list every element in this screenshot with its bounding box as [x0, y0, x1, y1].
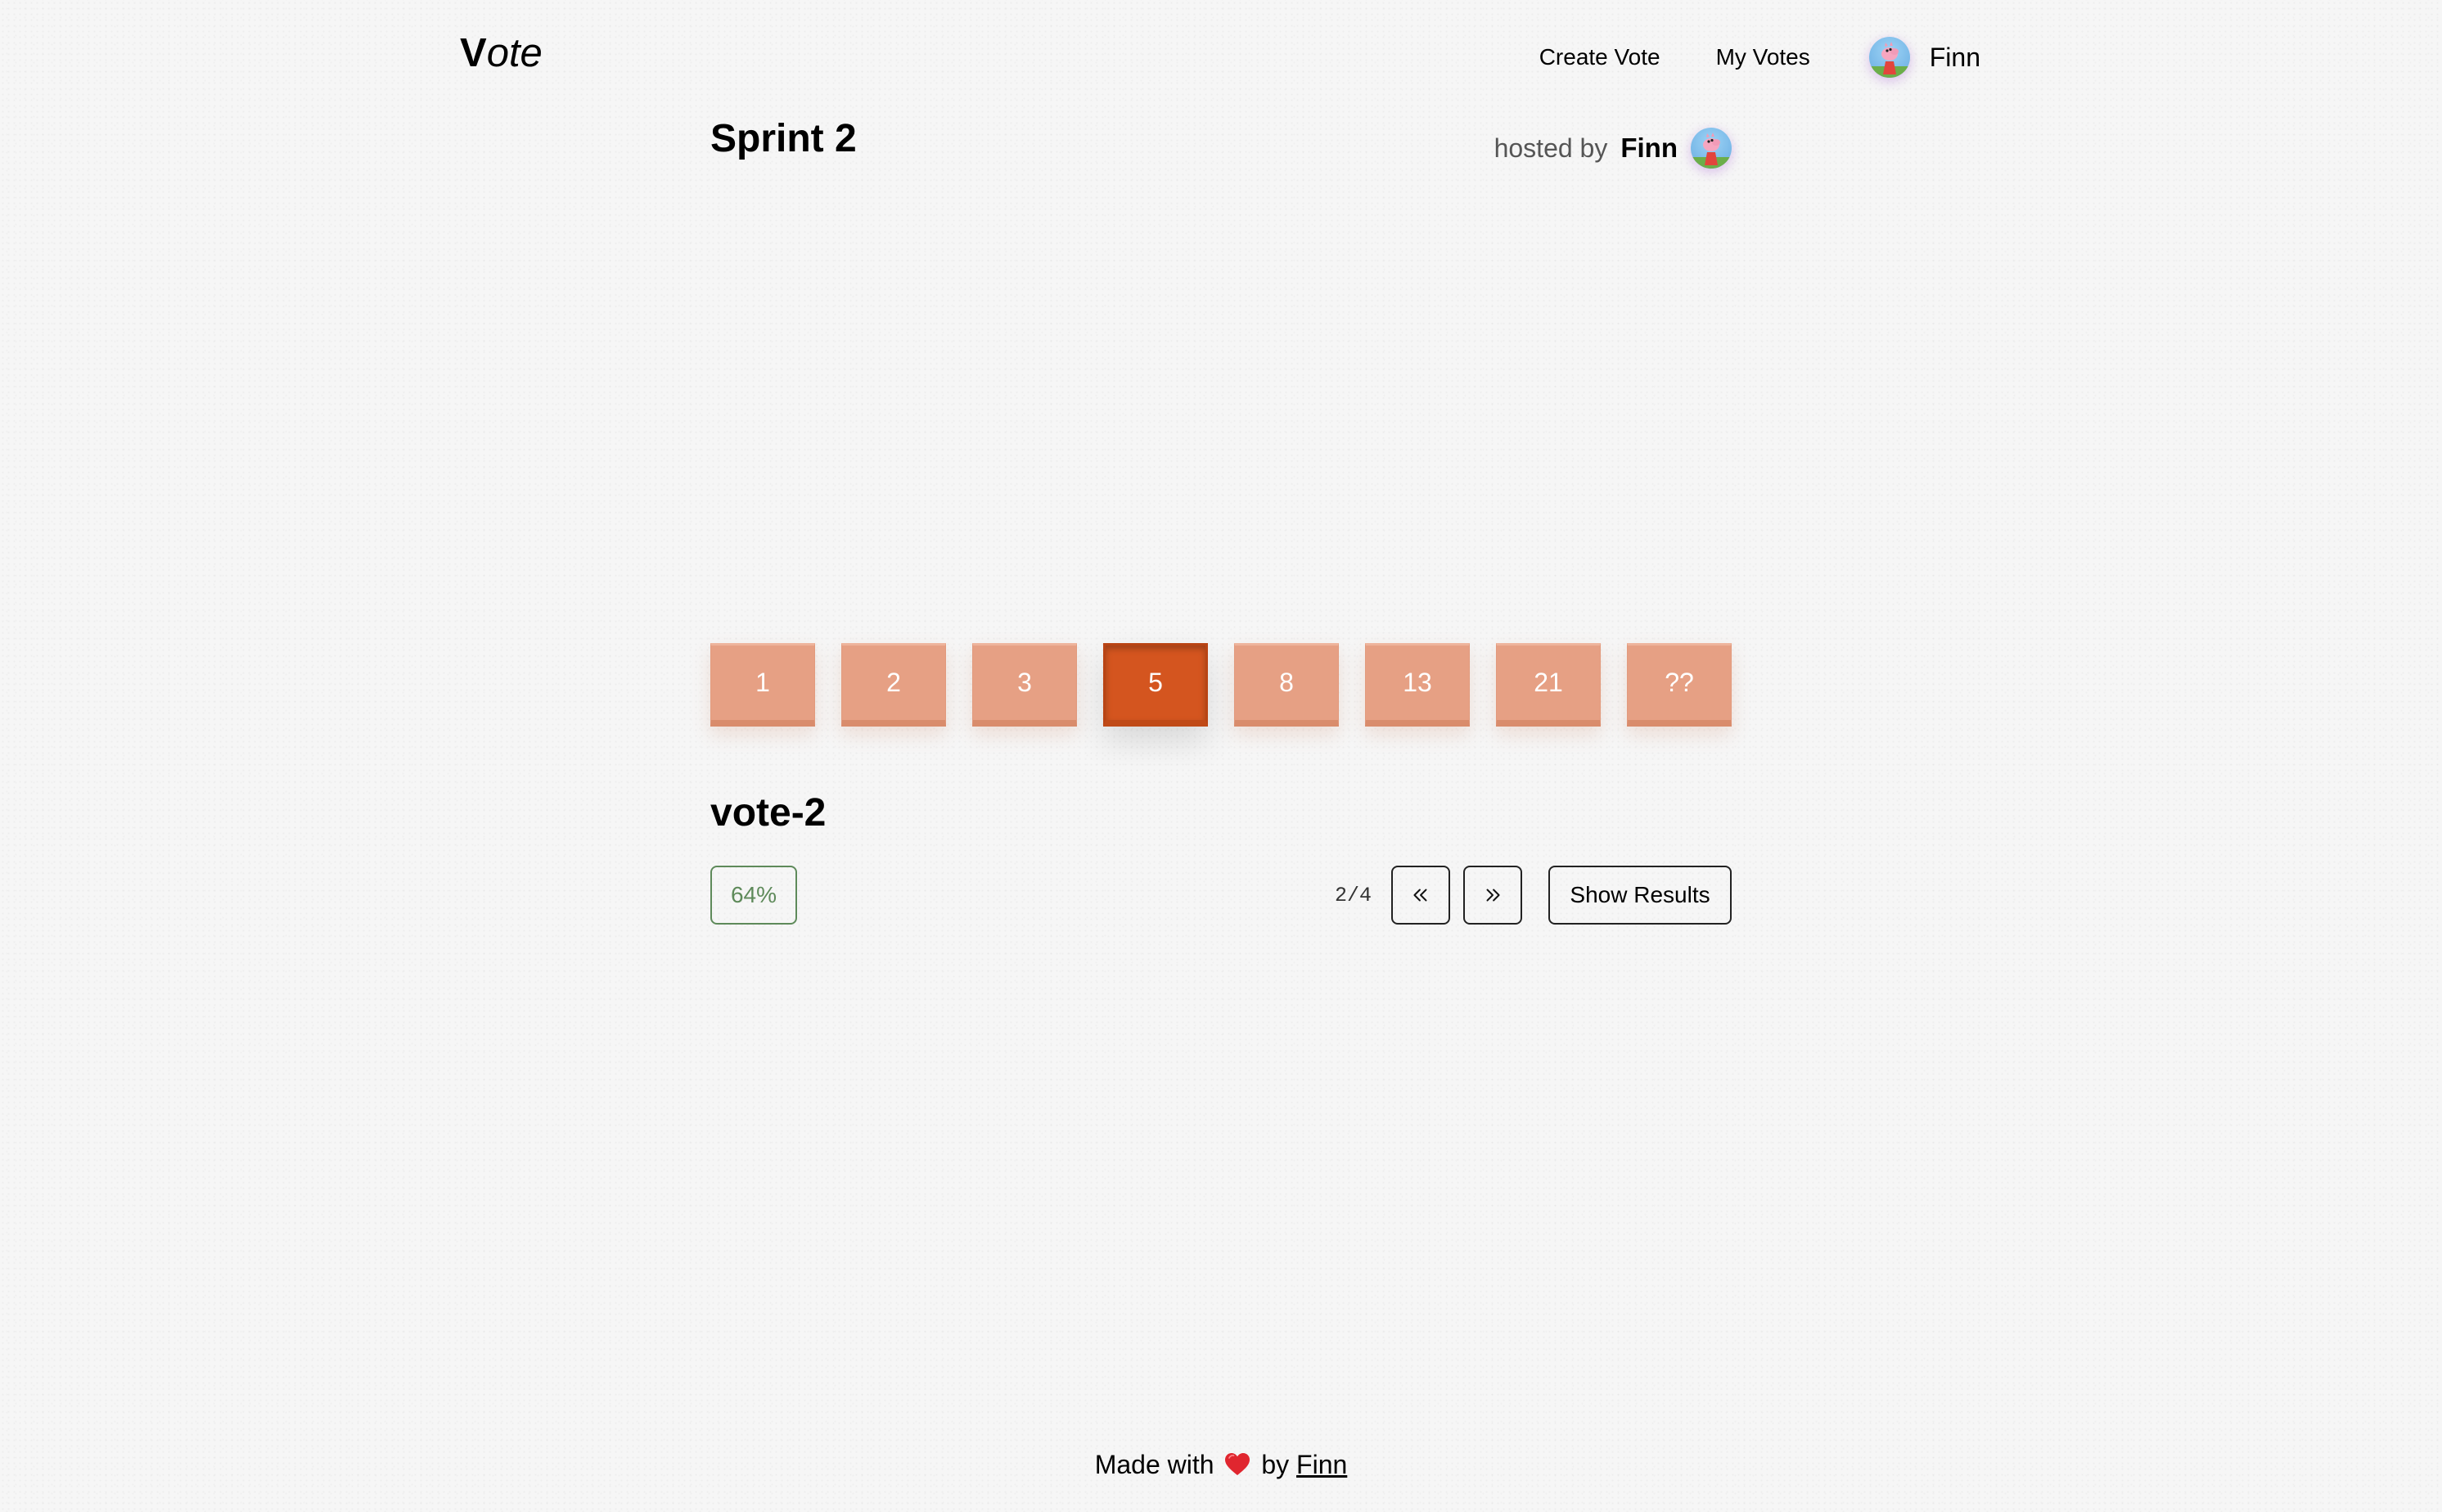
- logo-rest: ote: [486, 31, 543, 75]
- footer-made-with: Made with: [1094, 1450, 1214, 1479]
- show-results-button[interactable]: Show Results: [1548, 866, 1732, 925]
- footer: Made with by Finn: [0, 1447, 2442, 1483]
- page-indicator: 2/4: [1334, 883, 1372, 907]
- vote-card[interactable]: 1: [710, 643, 815, 727]
- avatar-image: [1691, 133, 1732, 169]
- logo-initial: V: [460, 31, 487, 75]
- next-vote-button[interactable]: [1463, 866, 1522, 925]
- vote-card[interactable]: 3: [972, 643, 1077, 727]
- vote-card[interactable]: 13: [1365, 643, 1470, 727]
- host-avatar: [1691, 128, 1732, 169]
- participation-badge: 64%: [710, 866, 797, 925]
- avatar-image: [1868, 42, 1910, 78]
- vote-card[interactable]: 2: [841, 643, 946, 727]
- chevrons-left-icon: [1413, 889, 1427, 902]
- top-nav: Create Vote My Votes Finn: [1539, 33, 1980, 82]
- previous-vote-button[interactable]: [1391, 866, 1450, 925]
- footer-author-link[interactable]: Finn: [1296, 1450, 1347, 1479]
- vote-card-selected[interactable]: 5: [1103, 643, 1208, 727]
- heart-icon: [1225, 1453, 1250, 1475]
- user-name: Finn: [1929, 42, 1980, 72]
- page-title: Sprint 2: [710, 117, 857, 160]
- footer-by: by: [1261, 1450, 1290, 1479]
- create-vote-link[interactable]: Create Vote: [1539, 44, 1660, 70]
- app-logo[interactable]: Vote: [460, 29, 543, 77]
- user-menu[interactable]: Finn: [1868, 37, 1980, 78]
- chevrons-right-icon: [1486, 889, 1500, 902]
- vote-card[interactable]: 8: [1234, 643, 1339, 727]
- avatar: [1868, 37, 1910, 78]
- vote-card[interactable]: ??: [1627, 643, 1732, 727]
- vote-controls: 2/4 Show Results: [1335, 866, 1732, 925]
- vote-name: vote-2: [710, 791, 827, 835]
- hosted-by-label: hosted by: [1494, 133, 1608, 163]
- host-info: hosted by Finn: [1494, 126, 1732, 170]
- vote-card[interactable]: 21: [1496, 643, 1601, 727]
- vote-card-list: 1 2 3 5 8 13 21 ??: [710, 643, 1732, 727]
- host-name: Finn: [1620, 133, 1678, 163]
- my-votes-link[interactable]: My Votes: [1716, 44, 1810, 70]
